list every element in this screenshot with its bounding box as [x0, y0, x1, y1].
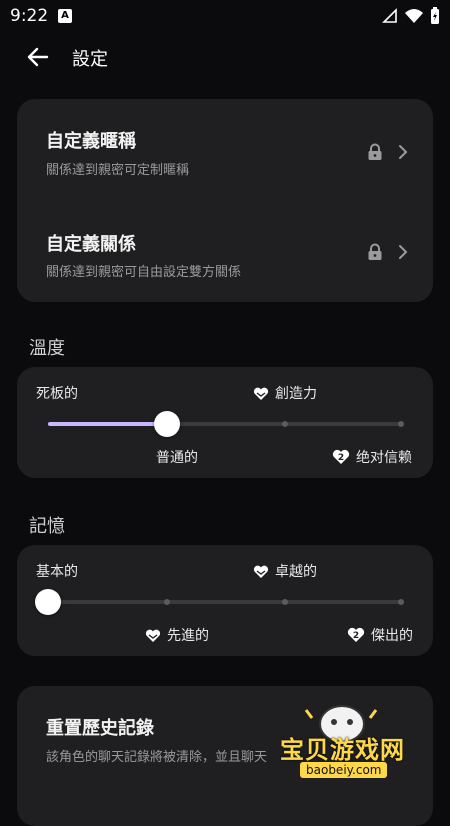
custom-nickname-title: 自定義暱稱 [46, 131, 136, 152]
memory-card: 基本的 卓越的 先進的 2 傑出的 [17, 545, 433, 656]
slider-step-dot [282, 599, 289, 605]
memory-level-4-badge: 2 [353, 631, 359, 641]
temperature-card: 死板的 創造力 普通的 2 绝对信赖 [17, 367, 433, 478]
watermark-url: baobeiy.com [300, 762, 388, 778]
slider-step-dot [398, 599, 404, 605]
temperature-level-3-label: 創造力 [253, 383, 317, 403]
heart-icon [253, 387, 269, 400]
chevron-right-icon [399, 245, 408, 259]
temperature-slider-fill [48, 422, 167, 426]
heart-icon [253, 565, 269, 578]
lock-icon [368, 143, 382, 160]
battery-icon [431, 7, 439, 24]
memory-level-2-text: 先進的 [167, 628, 209, 644]
custom-nickname-subtitle: 關係達到親密可定制暱稱 [46, 163, 190, 178]
wifi-icon [405, 9, 423, 23]
watermark-text: 宝贝游戏网 [280, 736, 405, 764]
memory-level-4-text: 傑出的 [371, 628, 413, 644]
back-arrow-icon[interactable] [24, 43, 52, 71]
reset-history-title: 重置歷史記錄 [46, 718, 154, 739]
memory-level-3-label: 卓越的 [253, 561, 317, 581]
temperature-level-4-label: 2 绝对信赖 [332, 447, 412, 467]
memory-level-2-label: 先進的 [145, 625, 209, 645]
temperature-level-4-text: 绝对信赖 [356, 450, 412, 466]
temperature-level-4-badge: 2 [338, 453, 344, 463]
temperature-level-1-label: 死板的 [36, 386, 78, 402]
temperature-slider-thumb[interactable] [153, 411, 180, 437]
heart-badge-icon: 2 [347, 627, 365, 642]
temperature-level-3-text: 創造力 [275, 386, 317, 402]
status-time: 9:22 [10, 6, 49, 26]
custom-relationship-row[interactable]: 自定義關係 關係達到親密可自由設定雙方關係 [17, 207, 433, 302]
custom-relationship-subtitle: 關係達到親密可自由設定雙方關係 [46, 265, 242, 280]
network-signal-icon [382, 8, 397, 23]
memory-level-1-label: 基本的 [36, 564, 78, 580]
temperature-slider[interactable] [48, 411, 404, 437]
status-icons [382, 7, 440, 25]
app-notification-icon: A [58, 9, 72, 23]
slider-step-dot [282, 421, 289, 427]
slider-step-dot [163, 599, 170, 605]
slider-step-dot [398, 421, 404, 427]
app-bar: 設定 [0, 34, 450, 80]
memory-section-label: 記憶 [29, 516, 65, 537]
memory-slider-thumb[interactable] [35, 589, 61, 615]
custom-relationship-title: 自定義關係 [46, 234, 136, 255]
heart-badge-icon: 2 [332, 449, 350, 464]
status-bar: 9:22 A [0, 0, 450, 32]
lock-icon [368, 243, 382, 260]
page-title: 設定 [72, 49, 108, 70]
heart-icon [145, 629, 161, 642]
memory-level-3-text: 卓越的 [275, 564, 317, 580]
custom-nickname-row[interactable]: 自定義暱稱 關係達到親密可定制暱稱 [17, 99, 433, 199]
reset-history-subtitle: 該角色的聊天記錄將被清除，並且聊天 [46, 750, 268, 765]
temperature-level-2-label: 普通的 [156, 450, 198, 466]
memory-slider[interactable] [35, 589, 404, 615]
memory-level-4-label: 2 傑出的 [347, 625, 413, 645]
custom-settings-card: 自定義暱稱 關係達到親密可定制暱稱 自定義關係 關係達到親密可自由設定雙方關係 [17, 99, 433, 302]
temperature-section-label: 溫度 [29, 338, 65, 359]
chevron-right-icon [399, 145, 408, 159]
